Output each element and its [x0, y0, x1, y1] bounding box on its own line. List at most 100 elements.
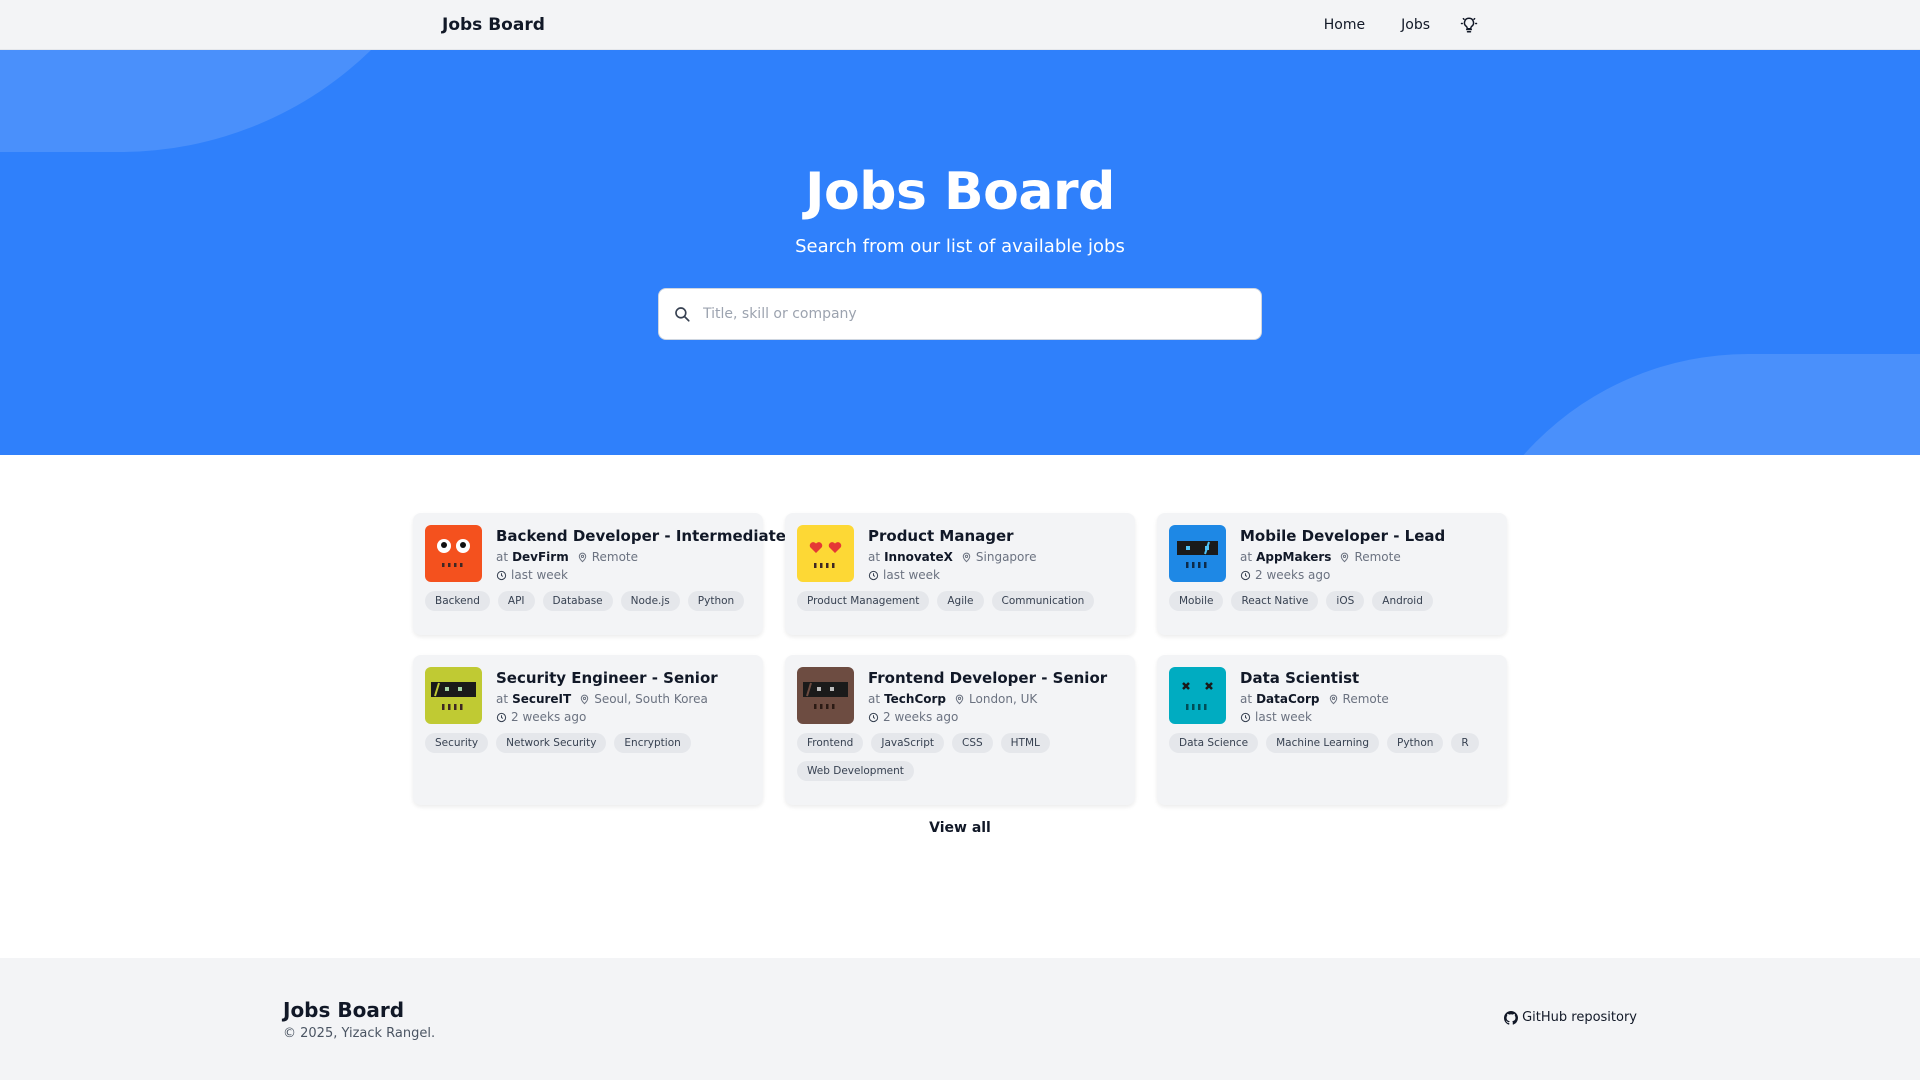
clock-icon	[496, 712, 507, 723]
tag-list: Data Science Machine Learning Python R	[1169, 733, 1495, 753]
skill-tag: Frontend	[797, 733, 864, 753]
company-logo	[425, 667, 482, 724]
job-location: Seoul, South Korea	[594, 692, 708, 706]
skill-tag: Communication	[991, 591, 1095, 611]
skill-tag: Web Development	[797, 761, 914, 781]
skill-tag: Backend	[425, 591, 490, 611]
search-icon	[673, 305, 691, 323]
footer: Jobs Board © 2025, Yizack Rangel. GitHub…	[0, 958, 1920, 1080]
navbar: Jobs Board Home Jobs	[0, 0, 1920, 50]
skill-tag: JavaScript	[871, 733, 944, 753]
clock-icon	[1240, 570, 1251, 581]
location-pin-icon	[577, 552, 588, 563]
skill-tag: Android	[1372, 591, 1433, 611]
skill-tag: Mobile	[1169, 591, 1224, 611]
job-card[interactable]: Backend Developer - Intermediate at DevF…	[413, 513, 786, 635]
job-location: London, UK	[969, 692, 1038, 706]
skill-tag: R	[1451, 733, 1479, 753]
tag-list: Frontend JavaScript CSS HTML Web Develop…	[797, 733, 1123, 781]
company-logo	[1169, 667, 1226, 724]
company-name: DataCorp	[1256, 692, 1320, 706]
job-location: Remote	[591, 550, 639, 564]
company-logo	[797, 667, 854, 724]
github-link-label: GitHub repository	[1522, 1010, 1637, 1025]
hero-subtitle: Search from our list of available jobs	[795, 236, 1125, 257]
clock-icon	[868, 712, 879, 723]
skill-tag: HTML	[1000, 733, 1050, 753]
location-pin-icon	[579, 694, 590, 705]
job-title: Product Manager	[868, 527, 1014, 545]
job-card[interactable]: Product Manager at InnovateX Singapore l…	[785, 513, 1135, 635]
skill-tag: Database	[542, 591, 613, 611]
skill-tag: Node.js	[620, 591, 680, 611]
at-label: at	[868, 550, 881, 564]
hero-decoration-top-left	[0, 50, 480, 152]
posted-time: last week	[1255, 710, 1312, 724]
github-repository-link[interactable]: GitHub repository	[1504, 1010, 1637, 1025]
skill-tag: Data Science	[1169, 733, 1259, 753]
skill-tag: Encryption	[614, 733, 691, 753]
skill-tag: Security	[425, 733, 489, 753]
posted-time: last week	[883, 568, 940, 582]
company-name: SecureIT	[512, 692, 572, 706]
job-title: Mobile Developer - Lead	[1240, 527, 1446, 545]
location-pin-icon	[961, 552, 972, 563]
github-icon	[1504, 1010, 1519, 1025]
clock-icon	[496, 570, 507, 581]
location-pin-icon	[954, 694, 965, 705]
nav-link-home[interactable]: Home	[1324, 17, 1365, 33]
job-title: Backend Developer - Intermediate	[496, 527, 786, 545]
job-location: Singapore	[975, 550, 1037, 564]
tag-list: Security Network Security Encryption	[425, 733, 751, 753]
at-label: at	[496, 692, 509, 706]
location-pin-icon	[1339, 552, 1350, 563]
company-name: DevFirm	[512, 550, 569, 564]
company-logo	[797, 525, 854, 582]
nav-links: Home Jobs	[1324, 0, 1480, 50]
search-input[interactable]	[703, 306, 1243, 322]
clock-icon	[868, 570, 879, 581]
company-name: AppMakers	[1256, 550, 1332, 564]
tag-list: Backend API Database Node.js Python	[425, 591, 751, 611]
skill-tag: API	[497, 591, 535, 611]
nav-link-jobs[interactable]: Jobs	[1401, 17, 1430, 33]
job-card[interactable]: Mobile Developer - Lead at AppMakers Rem…	[1157, 513, 1507, 635]
job-card[interactable]: Security Engineer - Senior at SecureIT S…	[413, 655, 763, 805]
view-all-link[interactable]: View all	[929, 820, 991, 836]
at-label: at	[1240, 692, 1253, 706]
lightbulb-icon	[1460, 17, 1478, 33]
skill-tag: Python	[687, 591, 745, 611]
job-card[interactable]: Data Scientist at DataCorp Remote last w…	[1157, 655, 1507, 805]
skill-tag: React Native	[1231, 591, 1319, 611]
clock-icon	[1240, 712, 1251, 723]
job-location: Remote	[1354, 550, 1401, 564]
footer-copyright: © 2025, Yizack Rangel.	[283, 1026, 436, 1041]
skill-tag: Network Security	[496, 733, 607, 753]
hero-decoration-bottom-right	[1448, 354, 1920, 455]
skill-tag: Product Management	[797, 591, 930, 611]
footer-brand: Jobs Board	[283, 998, 405, 1022]
tag-list: Mobile React Native iOS Android	[1169, 591, 1495, 611]
at-label: at	[1240, 550, 1253, 564]
job-title: Frontend Developer - Senior	[868, 669, 1108, 687]
skill-tag: Python	[1387, 733, 1444, 753]
company-logo	[425, 525, 482, 582]
hero-title: Jobs Board	[805, 162, 1115, 222]
job-title: Data Scientist	[1240, 669, 1360, 687]
company-name: InnovateX	[884, 550, 953, 564]
posted-time: 2 weeks ago	[1255, 568, 1331, 582]
at-label: at	[868, 692, 881, 706]
job-card[interactable]: Frontend Developer - Senior at TechCorp …	[785, 655, 1135, 805]
skill-tag: CSS	[951, 733, 993, 753]
tag-list: Product Management Agile Communication	[797, 591, 1123, 611]
view-all-container: View all	[0, 820, 1920, 836]
posted-time: last week	[511, 568, 568, 582]
job-title: Security Engineer - Senior	[496, 669, 718, 687]
at-label: at	[496, 550, 509, 564]
posted-time: 2 weeks ago	[511, 710, 587, 724]
hero-section: Jobs Board Search from our list of avail…	[0, 50, 1920, 455]
brand-link[interactable]: Jobs Board	[442, 15, 545, 35]
theme-toggle-button[interactable]	[1458, 14, 1480, 36]
company-name: TechCorp	[884, 692, 947, 706]
search-box[interactable]	[658, 288, 1262, 340]
